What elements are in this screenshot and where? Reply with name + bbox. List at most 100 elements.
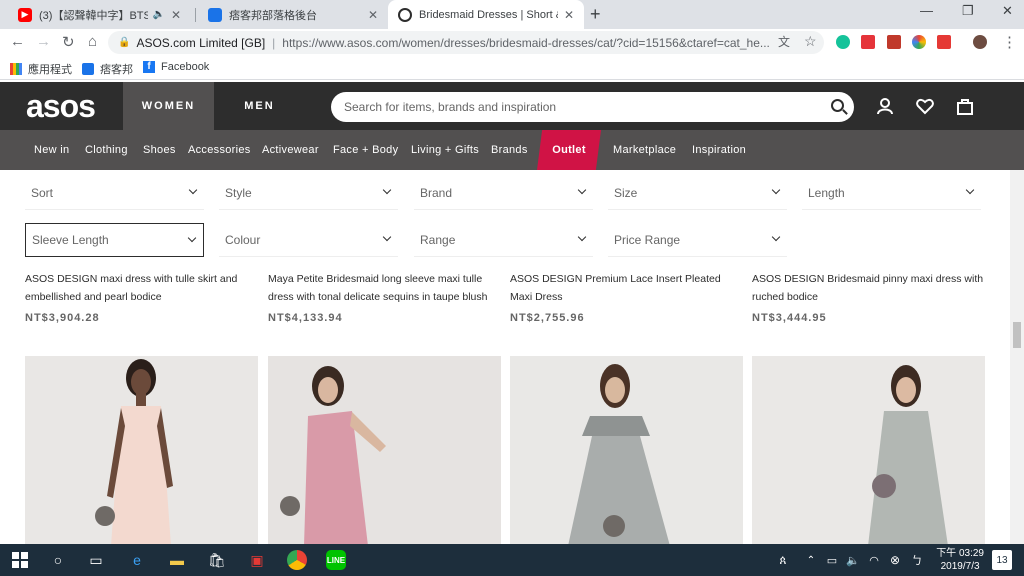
product-name[interactable]: ASOS DESIGN maxi dress with tulle skirt … — [25, 270, 260, 306]
nav-marketplace[interactable]: Marketplace — [613, 130, 676, 170]
nav-accessories[interactable]: Accessories — [188, 130, 251, 170]
close-icon[interactable]: ✕ — [564, 8, 574, 22]
browser-tab-pixnet[interactable]: 痞客邦部落格後台 ✕ — [198, 0, 388, 29]
product-name[interactable]: ASOS DESIGN Bridesmaid pinny maxi dress … — [752, 270, 987, 306]
ime-icon[interactable]: ㄅ — [907, 550, 927, 570]
chevron-down-icon — [382, 232, 392, 242]
men-tab[interactable]: MEN — [214, 82, 305, 130]
nav-face-body[interactable]: Face + Body — [333, 130, 398, 170]
style-dropdown[interactable]: Style — [219, 176, 398, 210]
size-dropdown[interactable]: Size — [608, 176, 787, 210]
grammarly-icon[interactable] — [836, 35, 850, 49]
address-bar[interactable]: 🔒 ASOS.com Limited [GB] | https://www.as… — [108, 31, 824, 54]
task-view-icon[interactable]: ▭ — [86, 550, 106, 570]
women-tab[interactable]: WOMEN — [123, 82, 214, 130]
browser-tab-youtube[interactable]: ▶ (3)【認聲韓中字】BTS - LO 🔈 ✕ — [8, 0, 191, 29]
nav-inspiration[interactable]: Inspiration — [692, 130, 746, 170]
chevron-down-icon — [577, 185, 587, 195]
forward-icon[interactable]: → — [36, 33, 51, 50]
tab-title: Bridesmaid Dresses | Short & L — [419, 8, 558, 21]
product-card[interactable]: ASOS DESIGN Premium Lace Insert Pleated … — [510, 270, 745, 324]
windows-start-icon[interactable] — [10, 550, 30, 570]
account-icon[interactable] — [876, 97, 894, 120]
store-icon[interactable]: 🛍 — [207, 550, 227, 570]
new-tab-button[interactable]: + — [590, 4, 601, 25]
people-icon[interactable]: ጰ — [773, 550, 793, 570]
product-name[interactable]: ASOS DESIGN Premium Lace Insert Pleated … — [510, 270, 745, 306]
sort-dropdown[interactable]: Sort — [25, 176, 204, 210]
price-range-dropdown[interactable]: Price Range — [608, 223, 787, 257]
file-explorer-icon[interactable]: ▬ — [167, 550, 187, 570]
product-price: NT$2,755.96 — [510, 312, 585, 324]
nav-shoes[interactable]: Shoes — [143, 130, 176, 170]
reload-icon[interactable]: ↻ — [62, 33, 75, 51]
notification-center-icon[interactable]: 13 — [992, 550, 1012, 570]
translate-icon[interactable]: 文 — [778, 33, 790, 50]
product-card[interactable]: Maya Petite Bridesmaid long sleeve maxi … — [268, 270, 503, 324]
asos-logo[interactable]: asos — [26, 88, 96, 125]
minimize-icon[interactable]: — — [920, 3, 933, 18]
battery-icon[interactable]: ▭ — [822, 550, 842, 570]
system-clock[interactable]: 下午 03:29 2019/7/3 — [936, 547, 984, 573]
search-icon[interactable] — [831, 99, 844, 112]
search-icon[interactable]: ○ — [48, 550, 68, 570]
product-image[interactable] — [25, 356, 258, 544]
close-circle-icon[interactable]: ⊗ — [885, 550, 905, 570]
pocket-icon[interactable] — [861, 35, 875, 49]
range-dropdown[interactable]: Range — [414, 223, 593, 257]
bookmark-star-icon[interactable]: ☆ — [804, 33, 817, 50]
browser-tab-strip: ▶ (3)【認聲韓中字】BTS - LO 🔈 ✕ 痞客邦部落格後台 ✕ Brid… — [0, 0, 1024, 29]
adblock-icon[interactable] — [887, 35, 901, 49]
nav-new-in[interactable]: New in — [34, 130, 69, 170]
product-card[interactable]: ASOS DESIGN Bridesmaid pinny maxi dress … — [752, 270, 987, 324]
brand-dropdown[interactable]: Brand — [414, 176, 593, 210]
heart-icon[interactable] — [916, 97, 934, 120]
model-photo — [510, 356, 743, 544]
home-icon[interactable]: ⌂ — [88, 33, 97, 50]
nav-clothing[interactable]: Clothing — [85, 130, 128, 170]
bag-icon[interactable] — [956, 97, 974, 120]
speaker-icon[interactable]: 🔈 — [152, 9, 164, 20]
filter-label: Size — [614, 185, 638, 200]
model-photo — [268, 356, 501, 544]
nav-outlet[interactable]: Outlet — [537, 130, 601, 170]
restore-icon[interactable]: ❐ — [962, 3, 974, 19]
window-close-icon[interactable]: ✕ — [1002, 3, 1013, 19]
product-image[interactable] — [510, 356, 743, 544]
nav-living-gifts[interactable]: Living + Gifts — [411, 130, 479, 170]
extension-icon[interactable] — [912, 35, 926, 49]
product-card[interactable]: ASOS DESIGN maxi dress with tulle skirt … — [25, 270, 260, 324]
gift-icon[interactable]: ▣ — [247, 550, 267, 570]
product-name[interactable]: Maya Petite Bridesmaid long sleeve maxi … — [268, 270, 503, 306]
bookmark-pixnet[interactable]: 痞客邦 — [82, 61, 133, 77]
filter-label: Length — [808, 185, 845, 200]
chevron-down-icon — [187, 233, 197, 243]
browser-tab-asos[interactable]: Bridesmaid Dresses | Short & L ✕ — [388, 0, 584, 29]
length-dropdown[interactable]: Length — [802, 176, 981, 210]
chevron-up-icon[interactable]: ⌃ — [801, 550, 821, 570]
nav-activewear[interactable]: Activewear — [262, 130, 319, 170]
chrome-icon[interactable] — [287, 550, 307, 570]
line-icon[interactable]: LINE — [326, 550, 346, 570]
sleeve-length-dropdown[interactable]: Sleeve Length — [25, 223, 204, 257]
volume-icon[interactable]: 🔈 — [843, 550, 863, 570]
wifi-icon[interactable]: ◠ — [864, 550, 884, 570]
menu-kebab-icon[interactable]: ⋮ — [1002, 33, 1017, 51]
close-icon[interactable]: ✕ — [368, 8, 378, 22]
scrollbar-thumb[interactable] — [1013, 322, 1021, 348]
product-image[interactable] — [268, 356, 501, 544]
search-input[interactable]: Search for items, brands and inspiration — [331, 92, 854, 122]
colour-dropdown[interactable]: Colour — [219, 223, 398, 257]
extension-icon[interactable] — [937, 35, 951, 49]
close-icon[interactable]: ✕ — [171, 8, 181, 22]
back-icon[interactable]: ← — [10, 33, 25, 50]
tab-title: (3)【認聲韓中字】BTS - LO — [39, 9, 149, 22]
bookmark-facebook[interactable]: f Facebook — [143, 61, 209, 73]
page-scrollbar[interactable] — [1010, 170, 1024, 544]
product-image[interactable] — [752, 356, 985, 544]
nav-brands[interactable]: Brands — [491, 130, 528, 170]
clock-date: 2019/7/3 — [940, 561, 980, 572]
bookmark-apps[interactable]: 應用程式 — [10, 61, 72, 77]
edge-icon[interactable]: e — [127, 550, 147, 570]
profile-avatar[interactable] — [973, 35, 987, 49]
